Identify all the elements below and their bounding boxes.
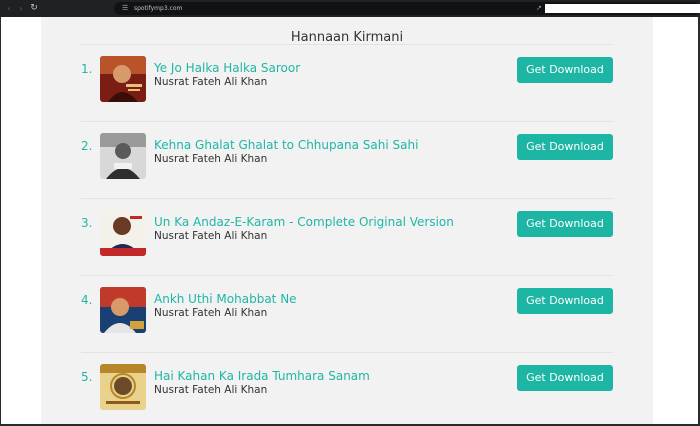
redacted-area — [545, 4, 700, 13]
track-number: 2. — [81, 139, 93, 153]
track-number: 3. — [81, 216, 93, 230]
track-list-card: Hannaan Kirmani 1. Ye Jo Halka Halka Sar… — [41, 17, 653, 424]
track-artist: Nusrat Fateh Ali Khan — [154, 76, 268, 88]
album-art-4-icon — [100, 287, 146, 333]
back-arrow-icon[interactable]: ‹ — [4, 3, 14, 14]
track-title-link[interactable]: Ye Jo Halka Halka Saroor — [154, 60, 300, 76]
divider — [81, 198, 613, 199]
album-art-thumbnail[interactable] — [100, 364, 146, 410]
album-art-thumbnail[interactable] — [100, 133, 146, 179]
album-art-2-icon — [100, 133, 146, 179]
track-title-link[interactable]: Ankh Uthi Mohabbat Ne — [154, 291, 297, 307]
get-download-button[interactable]: Get Download — [517, 134, 613, 160]
screen-edge-left — [0, 17, 1, 426]
album-art-5-icon — [100, 364, 146, 410]
divider — [81, 44, 613, 45]
track-number: 1. — [81, 62, 93, 76]
track-row-5: 5. Hai Kahan Ka Irada Tumhara Sanam Nusr… — [41, 364, 653, 426]
track-artist: Nusrat Fateh Ali Khan — [154, 230, 268, 242]
album-art-thumbnail[interactable] — [100, 287, 146, 333]
track-artist: Nusrat Fateh Ali Khan — [154, 384, 268, 396]
track-artist: Nusrat Fateh Ali Khan — [154, 307, 268, 319]
album-art-3-icon — [100, 210, 146, 256]
album-art-1-icon — [100, 56, 146, 102]
track-title-link[interactable]: Hai Kahan Ka Irada Tumhara Sanam — [154, 368, 370, 384]
track-row-3: 3. Un Ka Andaz-E-Karam - Complete Origin… — [41, 210, 653, 292]
get-download-button[interactable]: Get Download — [517, 57, 613, 83]
site-info-icon[interactable]: ☰ — [122, 4, 128, 13]
get-download-button[interactable]: Get Download — [517, 288, 613, 314]
divider — [81, 352, 613, 353]
album-art-thumbnail[interactable] — [100, 56, 146, 102]
divider — [81, 121, 613, 122]
address-bar[interactable]: ☰ spotifymp3.com ↗ — [114, 2, 700, 15]
track-row-2: 2. Kehna Ghalat Ghalat to Chhupana Sahi … — [41, 133, 653, 215]
browser-toolbar: ‹ › ↻ ☰ spotifymp3.com ↗ — [0, 0, 700, 17]
get-download-button[interactable]: Get Download — [517, 365, 613, 391]
track-number: 5. — [81, 370, 93, 384]
track-row-4: 4. Ankh Uthi Mohabbat Ne Nusrat Fateh Al… — [41, 287, 653, 369]
track-title-link[interactable]: Un Ka Andaz-E-Karam - Complete Original … — [154, 214, 454, 230]
forward-arrow-icon[interactable]: › — [16, 3, 26, 14]
get-download-button[interactable]: Get Download — [517, 211, 613, 237]
divider — [81, 275, 613, 276]
reload-icon[interactable]: ↻ — [29, 3, 39, 14]
track-number: 4. — [81, 293, 93, 307]
track-row-1: 1. Ye Jo Halka Halka Saroor Nusrat Fateh… — [41, 56, 653, 138]
artist-heading: Hannaan Kirmani — [290, 30, 404, 45]
track-artist: Nusrat Fateh Ali Khan — [154, 153, 268, 165]
share-icon[interactable]: ↗ — [536, 3, 542, 14]
album-art-thumbnail[interactable] — [100, 210, 146, 256]
url-text: spotifymp3.com — [134, 5, 183, 12]
track-title-link[interactable]: Kehna Ghalat Ghalat to Chhupana Sahi Sah… — [154, 137, 418, 153]
